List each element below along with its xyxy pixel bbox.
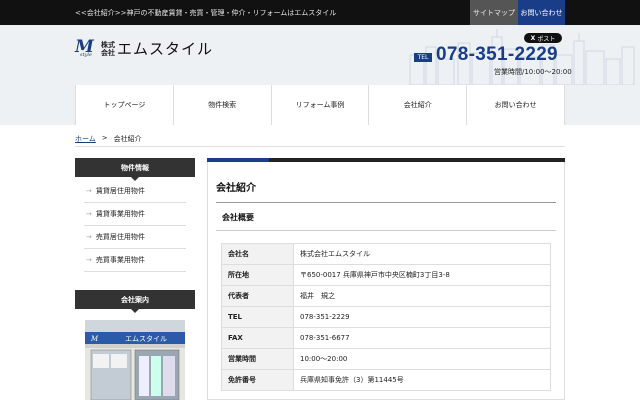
breadcrumb-separator: >: [101, 134, 108, 142]
table-row: 営業時間 10:00〜20:00: [221, 348, 551, 370]
table-row: 免許番号 兵庫県知事免許（3）第11445号: [221, 369, 551, 391]
x-post-button[interactable]: X ポスト: [524, 33, 562, 43]
nav-item-search[interactable]: 物件検索: [174, 85, 272, 125]
sidebar-company-title: 会社案内: [121, 295, 149, 304]
table-row: 会社名 株式会社エムスタイル: [221, 243, 551, 265]
breadcrumb-current: 会社紹介: [113, 135, 142, 143]
sidebar-properties-title: 物件情報: [121, 163, 149, 172]
tel-badge: TEL: [414, 53, 432, 62]
arrow-right-icon: →: [86, 233, 92, 241]
table-key: FAX: [221, 327, 294, 349]
nav-item-contact[interactable]: お問い合わせ: [467, 85, 565, 125]
top-bar: <<会社紹介>>神戸の不動産賃貸・売買・管理・仲介・リフォームはエムスタイル サ…: [0, 0, 640, 25]
arrow-right-icon: →: [86, 210, 92, 218]
sidebar-item-label: 賃貸事業用物件: [95, 210, 145, 218]
x-logo-icon: X: [530, 34, 536, 42]
company-info-table: 会社名 株式会社エムスタイル 所在地 〒650-0017 兵庫県神戸市中央区楠町…: [221, 243, 551, 391]
nav-item-top[interactable]: トップページ: [76, 85, 174, 125]
table-value: 株式会社エムスタイル: [293, 243, 551, 265]
table-row: 所在地 〒650-0017 兵庫県神戸市中央区楠町3丁目3-8: [221, 264, 551, 286]
table-row: FAX 078-351-6677: [221, 327, 551, 349]
section-heading-label: 会社概要: [222, 213, 254, 222]
table-row: 代表者 福井 規之: [221, 285, 551, 307]
title-divider: [216, 202, 556, 203]
section-heading: 会社概要: [216, 205, 556, 231]
sidebar-item-sale-residential[interactable]: → 売買居住用物件: [84, 226, 186, 249]
logo-kabu-line2: 会社: [101, 48, 115, 57]
breadcrumb-divider: [75, 146, 565, 147]
top-breadcrumb-text: <<会社紹介>>神戸の不動産賃貸・売買・管理・仲介・リフォームはエムスタイル: [75, 9, 337, 17]
main-top-border: [207, 158, 565, 162]
sidebar-company-heading: 会社案内: [75, 290, 195, 313]
sign-logo-mark: M: [90, 335, 99, 343]
logo-kabushiki: 株式 会社: [101, 41, 115, 57]
breadcrumb-home[interactable]: ホーム: [75, 134, 96, 144]
header-phone-number[interactable]: 078-351-2229: [436, 44, 558, 66]
sitemap-button[interactable]: サイトマップ: [470, 0, 518, 25]
table-key: TEL: [221, 306, 294, 328]
table-key: 会社名: [221, 243, 294, 265]
table-key: 代表者: [221, 285, 294, 307]
sidebar-property-list: → 賃貸居住用物件 → 賃貸事業用物件 → 売買居住用物件 → 売買事業用物件: [84, 180, 186, 272]
sidebar-item-rent-residential[interactable]: → 賃貸居住用物件: [84, 180, 186, 203]
sidebar-item-sale-business[interactable]: → 売買事業用物件: [84, 249, 186, 272]
table-key: 営業時間: [221, 348, 294, 370]
global-nav: トップページ 物件検索 リフォーム事例 会社紹介 お問い合わせ: [75, 85, 565, 125]
business-hours: 営業時間/10:00〜20:00: [494, 68, 572, 76]
x-post-label: ポスト: [537, 35, 556, 43]
table-key: 所在地: [221, 264, 294, 286]
company-logo[interactable]: M style 株式 会社 エムスタイル: [75, 37, 214, 59]
contact-button[interactable]: お問い合わせ: [518, 0, 565, 25]
sidebar-item-label: 売買事業用物件: [95, 256, 145, 264]
page-title: 会社紹介: [216, 183, 256, 194]
table-value: 078-351-6677: [293, 327, 551, 349]
storefront-illustration: M エムスタイル: [85, 320, 185, 400]
breadcrumb: ホーム > 会社紹介: [75, 134, 142, 144]
sidebar-properties-heading: 物件情報: [75, 158, 195, 181]
table-row: TEL 078-351-2229: [221, 306, 551, 328]
nav-item-company[interactable]: 会社紹介: [369, 85, 468, 125]
sidebar-item-rent-business[interactable]: → 賃貸事業用物件: [84, 203, 186, 226]
logo-mark-style: style: [80, 51, 92, 58]
table-value: 10:00〜20:00: [293, 348, 551, 370]
main-top-accent: [207, 158, 269, 162]
logo-mark: M style: [75, 37, 97, 59]
sidebar-item-label: 売買居住用物件: [95, 233, 145, 241]
storefront-sign-text: エムスタイル: [125, 334, 167, 343]
arrow-right-icon: →: [86, 187, 92, 195]
sidebar-item-label: 賃貸居住用物件: [95, 187, 145, 195]
table-value: 兵庫県知事免許（3）第11445号: [293, 369, 551, 391]
table-value: 〒650-0017 兵庫県神戸市中央区楠町3丁目3-8: [293, 264, 551, 286]
logo-kabu-line1: 株式: [101, 40, 115, 49]
storefront-photo[interactable]: M エムスタイル: [85, 320, 185, 400]
table-value: 078-351-2229: [293, 306, 551, 328]
logo-company-name: エムスタイル: [117, 40, 214, 58]
table-key: 免許番号: [221, 369, 294, 391]
table-value: 福井 規之: [293, 285, 551, 307]
arrow-right-icon: →: [86, 256, 92, 264]
nav-item-reform[interactable]: リフォーム事例: [272, 85, 370, 125]
